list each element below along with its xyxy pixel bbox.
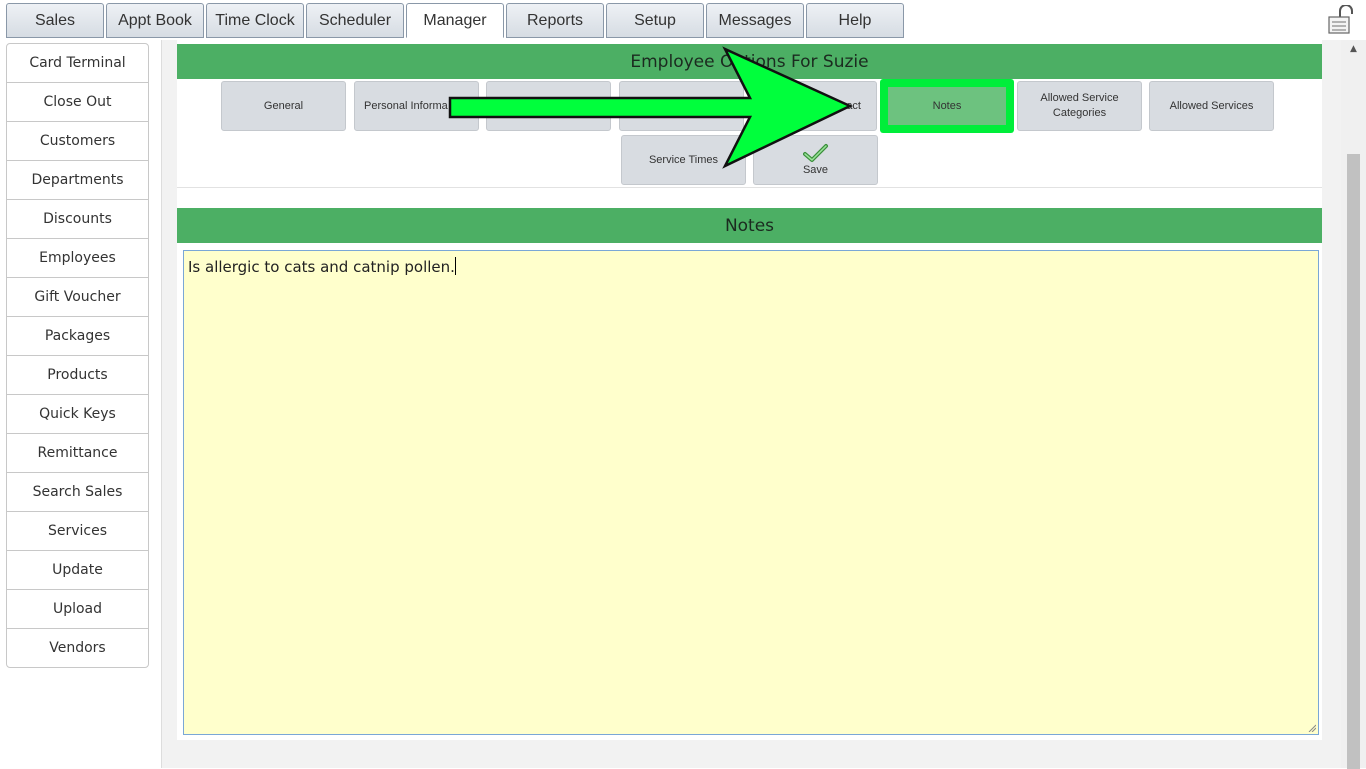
option-button-3[interactable] (486, 81, 611, 131)
sidebar-item-vendors[interactable]: Vendors (7, 629, 148, 667)
scroll-thumb[interactable] (1347, 154, 1360, 769)
text-caret (454, 257, 456, 275)
tab-messages[interactable]: Messages (706, 3, 804, 38)
sidebar-item-gift-voucher[interactable]: Gift Voucher (7, 278, 148, 317)
lock-icon[interactable] (1327, 4, 1355, 35)
option-allowed-services-button[interactable]: Allowed Services (1149, 81, 1274, 131)
option-general-button[interactable]: General (221, 81, 346, 131)
vertical-scrollbar[interactable]: ▲ (1341, 40, 1366, 769)
sidebar-item-update[interactable]: Update (7, 551, 148, 590)
option-personal-information-button[interactable]: Personal Informa (354, 81, 479, 131)
tab-help[interactable]: Help (806, 3, 904, 38)
option-notes-button[interactable]: Notes (880, 79, 1014, 133)
divider (177, 187, 1322, 188)
option-button-4[interactable] (619, 81, 744, 131)
tab-setup[interactable]: Setup (606, 3, 704, 38)
option-service-times-button[interactable]: Service Times (621, 135, 746, 185)
save-button[interactable]: Save (753, 135, 878, 185)
option-contact-button[interactable]: act (752, 81, 877, 131)
tab-appt-book[interactable]: Appt Book (106, 3, 204, 38)
tab-time-clock[interactable]: Time Clock (206, 3, 304, 38)
manager-sidebar: Card Terminal Close Out Customers Depart… (6, 43, 149, 668)
sidebar-item-upload[interactable]: Upload (7, 590, 148, 629)
sidebar-item-packages[interactable]: Packages (7, 317, 148, 356)
resize-grip-icon[interactable] (1308, 724, 1316, 732)
option-notes-label: Notes (888, 87, 1006, 125)
sidebar-item-remittance[interactable]: Remittance (7, 434, 148, 473)
sidebar-item-customers[interactable]: Customers (7, 122, 148, 161)
tab-reports[interactable]: Reports (506, 3, 604, 38)
save-label: Save (802, 163, 829, 176)
sidebar-item-services[interactable]: Services (7, 512, 148, 551)
tab-sales[interactable]: Sales (6, 3, 104, 38)
sidebar-item-close-out[interactable]: Close Out (7, 83, 148, 122)
tab-manager[interactable]: Manager (406, 3, 504, 38)
top-navigation: Sales Appt Book Time Clock Scheduler Man… (0, 0, 1366, 40)
notes-textarea[interactable]: Is allergic to cats and catnip pollen. (183, 250, 1319, 735)
sidebar-item-employees[interactable]: Employees (7, 239, 148, 278)
sidebar-item-card-terminal[interactable]: Card Terminal (7, 44, 148, 83)
sidebar-item-discounts[interactable]: Discounts (7, 200, 148, 239)
sidebar-item-departments[interactable]: Departments (7, 161, 148, 200)
notes-text: Is allergic to cats and catnip pollen. (188, 258, 455, 276)
option-allowed-service-categories-button[interactable]: Allowed Service Categories (1017, 81, 1142, 131)
tab-scheduler[interactable]: Scheduler (306, 3, 404, 38)
scroll-up-arrow-icon[interactable]: ▲ (1341, 40, 1366, 58)
employee-options-title: Employee Options For Suzie (177, 44, 1322, 79)
sidebar-item-products[interactable]: Products (7, 356, 148, 395)
sidebar-item-search-sales[interactable]: Search Sales (7, 473, 148, 512)
sidebar-item-quick-keys[interactable]: Quick Keys (7, 395, 148, 434)
checkmark-icon (802, 143, 828, 162)
notes-title: Notes (177, 208, 1322, 243)
